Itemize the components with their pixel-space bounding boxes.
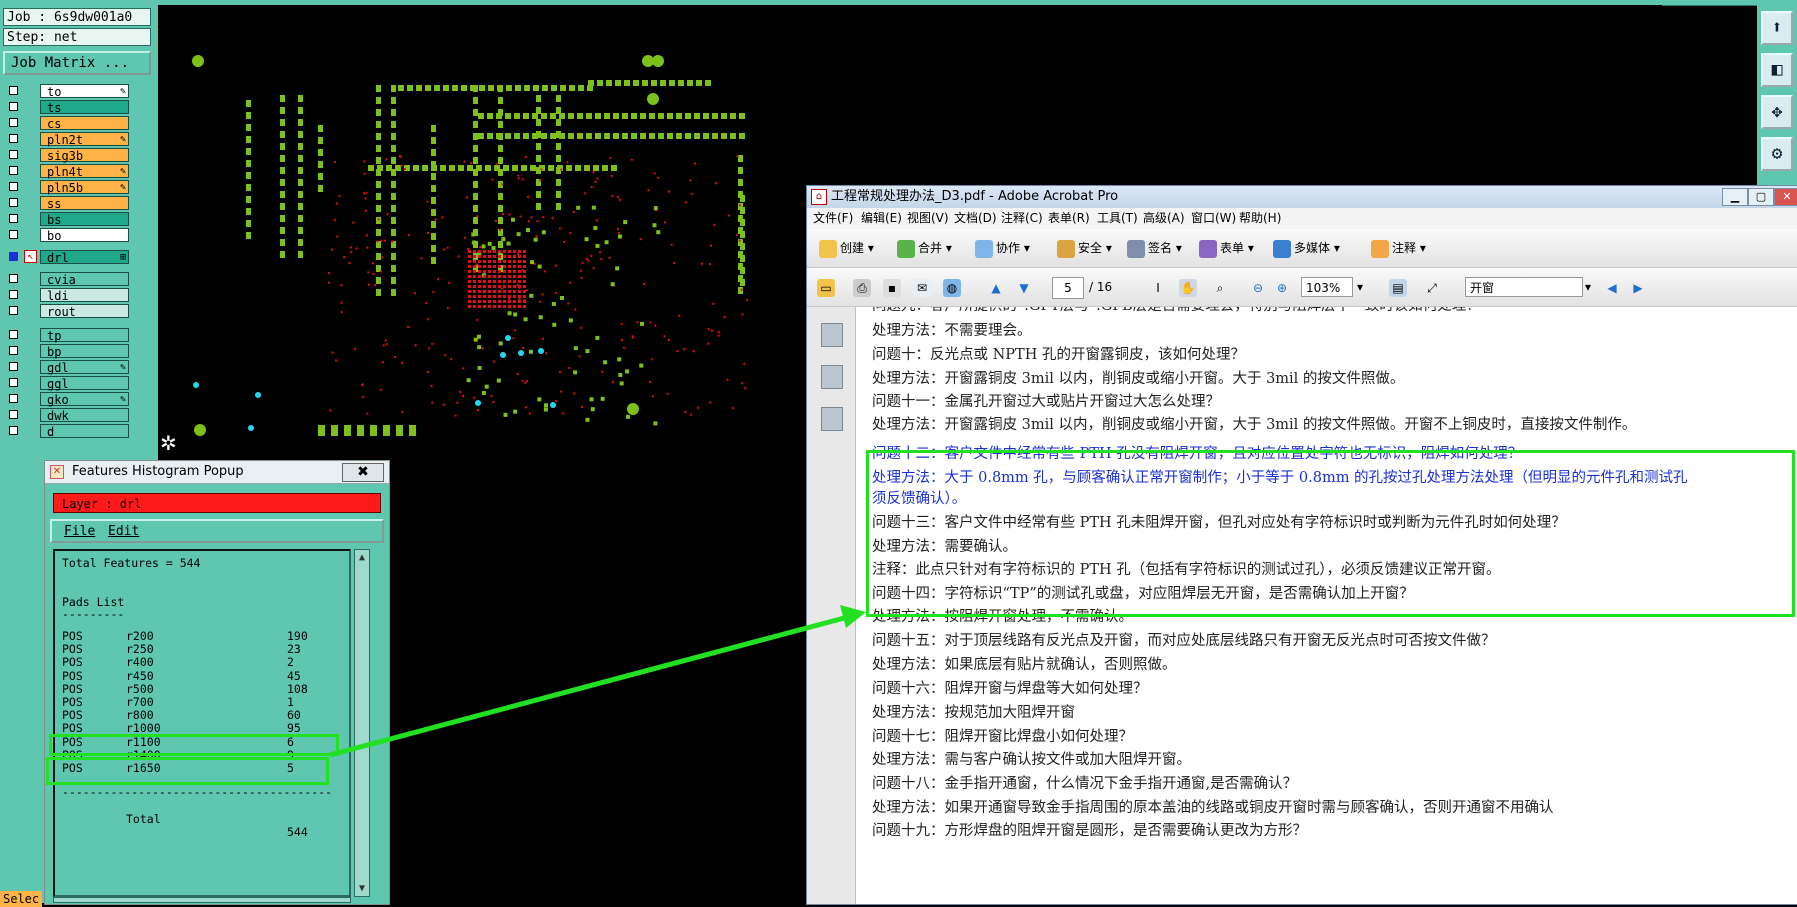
annotation-arrow: [329, 605, 866, 758]
